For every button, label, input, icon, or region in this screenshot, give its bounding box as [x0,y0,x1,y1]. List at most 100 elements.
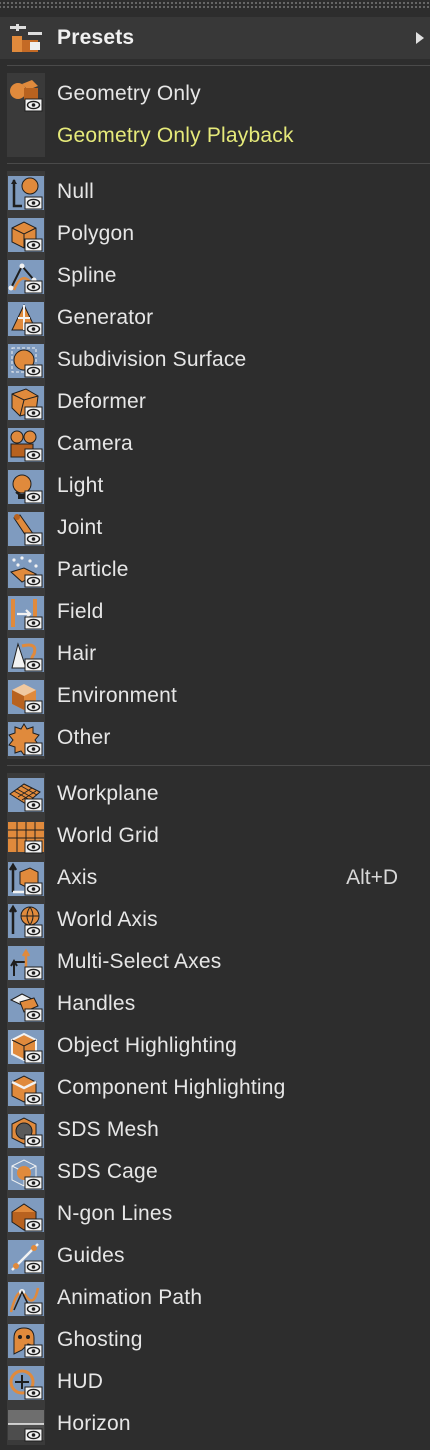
hud-icon [8,1366,44,1400]
light-icon [8,470,44,504]
menu-item-geometry-only-playback[interactable]: Geometry Only Playback [0,115,430,157]
menu-item-subdivision-surface[interactable]: Subdivision Surface [0,339,430,381]
handles-icon [8,988,44,1022]
menu-item-sds-cage[interactable]: SDS Cage [0,1151,430,1193]
menu-item-label: Handles [57,992,136,1015]
horizon-icon [8,1410,44,1442]
presets-icon [10,24,42,52]
component-highlighting-icon [8,1072,44,1106]
menu-item-label: Workplane [57,782,159,805]
menu-item-ghosting[interactable]: Ghosting [0,1319,430,1361]
sds-cage-icon [8,1156,44,1190]
shortcut-label: Alt+D [346,866,398,889]
camera-icon [8,428,44,462]
menu-item-hud[interactable]: HUD [0,1361,430,1403]
guides-icon [8,1240,44,1274]
menu-item-label: Guides [57,1244,125,1267]
menu-item-label: Hair [57,642,97,665]
menu-item-label: HUD [57,1370,104,1393]
menu-item-label: Ghosting [57,1328,143,1351]
menu-item-label: Camera [57,432,133,455]
menu-item-label: World Axis [57,908,158,931]
separator [0,759,430,773]
particle-icon [8,554,44,588]
menu-item-world-grid[interactable]: World Grid [0,815,430,857]
menu-item-guides[interactable]: Guides [0,1235,430,1277]
menu-item-label: World Grid [57,824,159,847]
menu-item-generator[interactable]: Generator [0,297,430,339]
menu-item-label: Light [57,474,104,497]
null-icon [8,176,44,210]
menu-item-light[interactable]: Light [0,465,430,507]
menu-item-label: Object Highlighting [57,1034,238,1057]
menu-item-sds-mesh[interactable]: SDS Mesh [0,1109,430,1151]
separator [0,157,430,171]
menu-item-camera[interactable]: Camera [0,423,430,465]
menu-item-label: Geometry Only [57,82,201,105]
menu-item-label: Polygon [57,222,135,245]
subdivision-surface-icon [8,344,44,378]
menu-item-label: Field [57,600,104,623]
menu-item-label: Geometry Only Playback [57,124,294,147]
deformer-icon [8,386,44,420]
sds-mesh-icon [8,1114,44,1148]
menu-item-particle[interactable]: Particle [0,549,430,591]
menu-item-null[interactable]: Null [0,171,430,213]
menu-item-label: Environment [57,684,178,707]
icon-column [7,115,45,157]
workplane-icon [8,778,44,812]
polygon-icon [8,218,44,252]
menu-item-horizon[interactable]: Horizon [0,1403,430,1445]
world-grid-icon [8,822,44,854]
menu-item-spline[interactable]: Spline [0,255,430,297]
object-highlighting-icon [8,1030,44,1064]
menu-item-axis[interactable]: Axis Alt+D [0,857,430,899]
animation-path-icon [8,1282,44,1316]
menu-item-hair[interactable]: Hair [0,633,430,675]
menu-item-geometry-only[interactable]: Geometry Only [0,73,430,115]
menu-item-label: SDS Mesh [57,1118,159,1141]
menu-item-label: Deformer [57,390,147,413]
other-icon [8,722,44,756]
menu-item-n-gon-lines[interactable]: N-gon Lines [0,1193,430,1235]
menu-item-field[interactable]: Field [0,591,430,633]
menu-item-polygon[interactable]: Polygon [0,213,430,255]
ghosting-icon [8,1324,44,1358]
menu-item-label: Horizon [57,1412,131,1435]
menu-item-label: Subdivision Surface [57,348,247,371]
menu-item-component-highlighting[interactable]: Component Highlighting [0,1067,430,1109]
menu-item-handles[interactable]: Handles [0,983,430,1025]
environment-icon [8,680,44,714]
menu-item-object-highlighting[interactable]: Object Highlighting [0,1025,430,1067]
geometry-only-icon [10,80,43,112]
drag-grip[interactable] [0,0,430,8]
menu-item-animation-path[interactable]: Animation Path [0,1277,430,1319]
menu-item-label: N-gon Lines [57,1202,173,1225]
menu-item-label: Generator [57,306,154,329]
menu-item-label: Component Highlighting [57,1076,286,1099]
generator-icon [8,302,44,336]
multi-select-axes-icon [8,946,44,980]
menu-item-label: Presets [57,26,135,49]
menu-item-joint[interactable]: Joint [0,507,430,549]
menu-item-workplane[interactable]: Workplane [0,773,430,815]
menu-item-world-axis[interactable]: World Axis [0,899,430,941]
menu-item-label: Other [57,726,111,749]
separator [0,59,430,73]
menu-item-deformer[interactable]: Deformer [0,381,430,423]
menu-item-label: Joint [57,516,103,539]
menu-item-label: Particle [57,558,129,581]
menu-item-presets[interactable]: Presets [0,17,430,59]
menu-item-label: Null [57,180,94,203]
hair-icon [8,638,44,672]
world-axis-icon [8,904,44,938]
spline-icon [8,260,44,294]
menu-item-label: Axis [57,866,98,889]
field-icon [8,596,44,630]
menu-item-multi-select-axes[interactable]: Multi-Select Axes [0,941,430,983]
submenu-arrow-icon [416,32,424,44]
menu-item-label: Spline [57,264,117,287]
menu-item-other[interactable]: Other [0,717,430,759]
menu-item-environment[interactable]: Environment [0,675,430,717]
menu-item-label: Multi-Select Axes [57,950,222,973]
